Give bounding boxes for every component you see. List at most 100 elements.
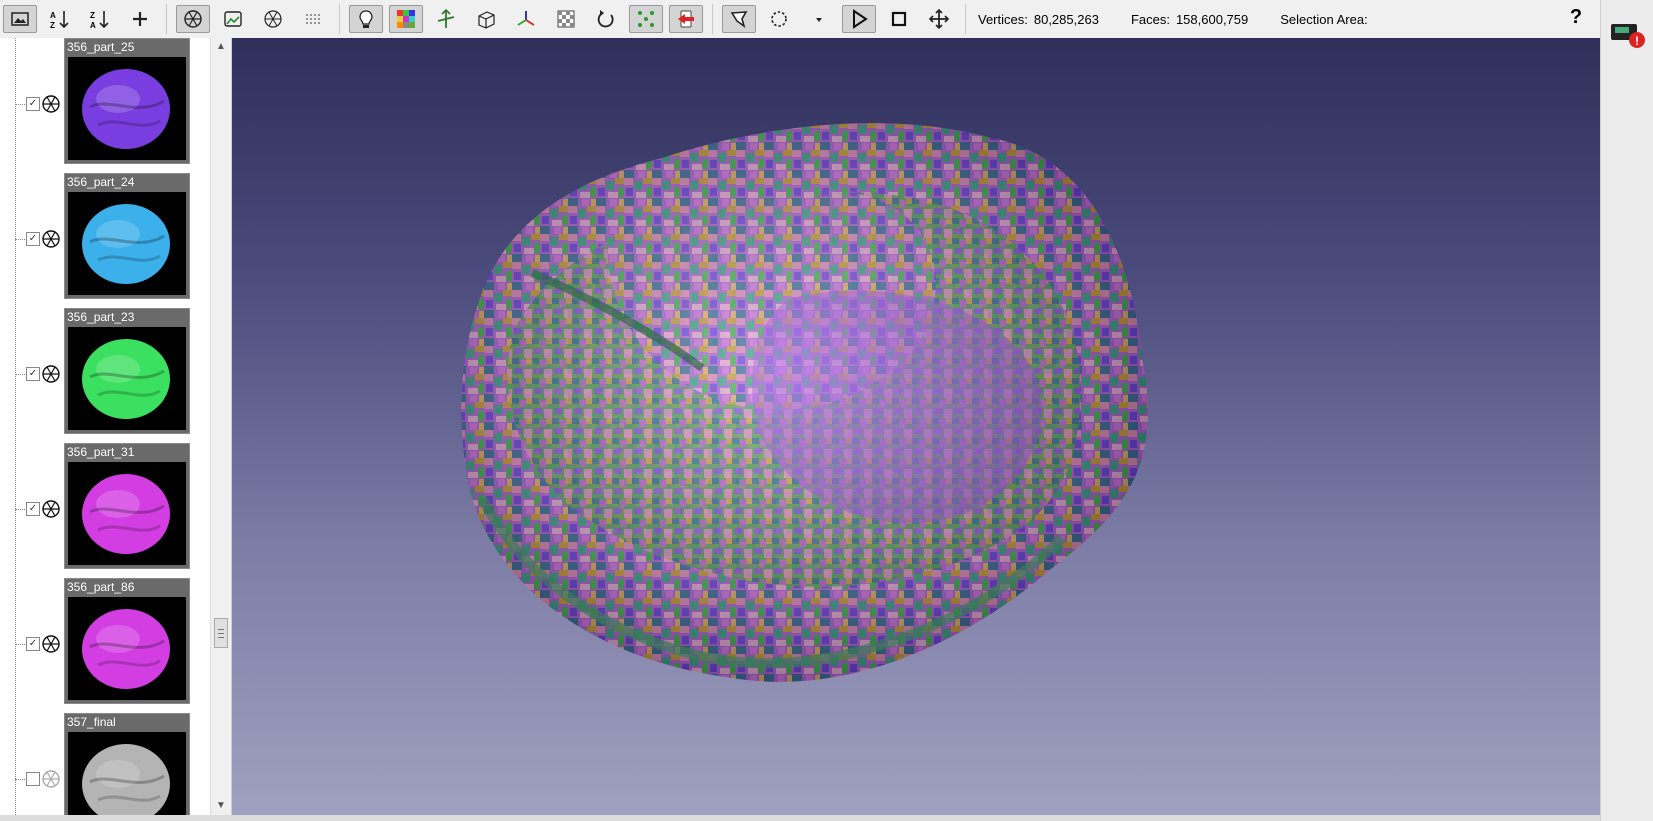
circle-select-icon — [771, 11, 787, 27]
mesh-toggle-icon[interactable] — [41, 229, 61, 249]
layer-visibility-checkbox[interactable]: ✓ — [26, 97, 40, 111]
image-icon — [11, 12, 29, 26]
reset-view-icon — [597, 10, 614, 28]
normals-button[interactable] — [429, 5, 463, 33]
points-icon — [306, 14, 320, 24]
layer-preview-image — [68, 57, 186, 160]
layer-thumbnail[interactable]: 356_part_23 — [64, 308, 190, 434]
checker-button[interactable] — [549, 5, 583, 33]
toolbar-separator — [339, 4, 340, 34]
layer-item[interactable]: ✓ 356_part_86 — [0, 578, 210, 713]
stop-button[interactable] — [882, 5, 916, 33]
layer-item[interactable]: ✓ 356_part_31 — [0, 443, 210, 578]
svg-text:Z: Z — [90, 11, 95, 20]
bottom-status-strip — [0, 815, 1600, 821]
layer-preview-image — [68, 192, 186, 295]
layer-item[interactable]: 357_final — [0, 713, 210, 815]
bounding-box-button[interactable] — [469, 5, 503, 33]
mesh-display-button[interactable] — [176, 5, 210, 33]
dropdown-arrow-icon — [816, 18, 822, 22]
layer-visibility-checkbox[interactable]: ✓ — [26, 367, 40, 381]
wireframe-icon — [264, 10, 282, 28]
scroll-up-icon[interactable]: ▲ — [211, 38, 231, 56]
svg-text:!: ! — [1635, 34, 1639, 48]
color-grid-icon — [397, 10, 415, 28]
layer-thumbnail[interactable]: 356_part_86 — [64, 578, 190, 704]
layer-preview-image — [68, 462, 186, 565]
layer-visibility-checkbox[interactable]: ✓ — [26, 232, 40, 246]
axis-button[interactable] — [509, 5, 543, 33]
layer-name: 357_final — [67, 715, 116, 729]
svg-text:Z: Z — [50, 21, 55, 30]
points-button[interactable] — [296, 5, 330, 33]
mesh-render — [461, 123, 1148, 682]
layer-visibility-checkbox[interactable]: ✓ — [26, 502, 40, 516]
toolbar-separator — [965, 4, 966, 34]
scroll-down-icon[interactable]: ▼ — [211, 797, 231, 815]
wireframe-button[interactable] — [256, 5, 290, 33]
reset-view-button[interactable] — [589, 5, 623, 33]
lasso-select-icon — [730, 11, 748, 28]
bounding-box-icon — [478, 11, 495, 29]
light-button[interactable] — [349, 5, 383, 33]
help-button[interactable]: ? — [1565, 6, 1587, 29]
layer-preview-image — [68, 597, 186, 700]
mesh-toggle-icon[interactable] — [41, 94, 61, 114]
vertices-label: Vertices: — [978, 11, 1028, 27]
red-select-icon — [678, 10, 694, 28]
vertices-icon — [638, 11, 654, 27]
image-button[interactable] — [3, 5, 37, 33]
checker-icon — [557, 10, 575, 28]
layer-visibility-checkbox[interactable]: ✓ — [26, 637, 40, 651]
normals-icon — [437, 8, 455, 28]
layer-thumbnail[interactable]: 356_part_25 — [64, 38, 190, 164]
plus-button[interactable] — [123, 5, 157, 33]
layer-thumbnail[interactable]: 357_final — [64, 713, 190, 815]
layer-item[interactable]: ✓ 356_part_23 — [0, 308, 210, 443]
layer-preview-image — [68, 732, 186, 815]
3d-viewport[interactable] — [232, 38, 1600, 815]
sort-ascending-icon: AZ — [50, 11, 69, 30]
move-button[interactable] — [922, 5, 956, 33]
sort-descending-icon: ZA — [90, 11, 109, 30]
dropdown-arrow-button[interactable] — [802, 5, 836, 33]
selection-area-label: Selection Area: — [1280, 11, 1368, 27]
play-button[interactable] — [842, 5, 876, 33]
main-toolbar: A Z Z A Vertices: 80,285,263 Faces: 158,600,759… — [0, 0, 1600, 38]
vertices-button[interactable] — [629, 5, 663, 33]
light-icon — [359, 10, 373, 28]
mesh-toggle-icon[interactable] — [41, 499, 61, 519]
faces-value: 158,600,759 — [1175, 11, 1249, 27]
layer-item[interactable]: ✓ 356_part_25 — [0, 38, 210, 173]
move-icon — [928, 8, 950, 30]
layer-item[interactable]: ✓ 356_part_24 — [0, 173, 210, 308]
sort-descending-button[interactable]: ZA — [83, 5, 117, 33]
layer-thumbnail[interactable]: 356_part_31 — [64, 443, 190, 569]
color-grid-button[interactable] — [389, 5, 423, 33]
layer-scrollbar[interactable]: ▲ ▼ — [210, 38, 231, 815]
sort-ascending-button[interactable]: AZ — [43, 5, 77, 33]
mesh-display-icon — [184, 10, 202, 28]
lasso-select-button[interactable] — [722, 5, 756, 33]
axis-icon — [517, 11, 535, 26]
right-side-panel: ! — [1600, 0, 1653, 821]
layer-visibility-checkbox[interactable] — [26, 772, 40, 786]
circle-select-button[interactable] — [762, 5, 796, 33]
toolbar-separator — [166, 4, 167, 34]
scroll-thumb[interactable] — [214, 617, 228, 648]
faces-label: Faces: — [1130, 11, 1170, 27]
toolbar-separator — [712, 4, 713, 34]
layer-preview-image — [68, 327, 186, 430]
stop-icon — [891, 11, 907, 27]
mesh-toggle-icon[interactable] — [41, 634, 61, 654]
red-select-button[interactable] — [669, 5, 703, 33]
warning-status-icon[interactable]: ! — [1609, 18, 1647, 50]
play-icon — [853, 9, 868, 29]
mesh-toggle-icon[interactable] — [41, 364, 61, 384]
mesh-toggle-icon[interactable] — [41, 769, 61, 789]
plus-icon — [133, 12, 147, 26]
texture-button[interactable] — [216, 5, 250, 33]
layer-thumbnail[interactable]: 356_part_24 — [64, 173, 190, 299]
layer-name: 356_part_31 — [67, 445, 135, 459]
svg-text:A: A — [50, 11, 56, 20]
